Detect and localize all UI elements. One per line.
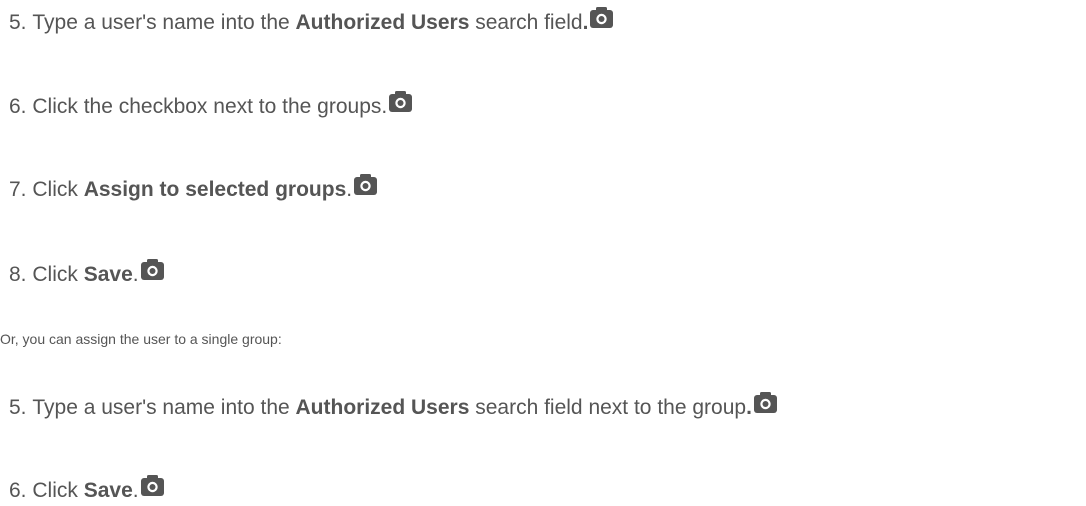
step-bold-term: Authorized Users <box>295 396 470 419</box>
step-text: Click <box>32 178 84 201</box>
camera-icon[interactable] <box>389 91 413 112</box>
step-text: Type a user's name into the <box>32 11 296 34</box>
step-text-post: . <box>132 263 139 286</box>
note-text: Or, you can assign the user to a single … <box>0 331 282 347</box>
step-a-2: 6. Click the checkbox next to the groups… <box>9 91 413 120</box>
camera-icon[interactable] <box>140 475 164 496</box>
step-bold-term: Save <box>83 263 133 286</box>
step-number: 5. <box>9 11 27 34</box>
step-number: 8. <box>9 263 27 286</box>
step-a-3: 7. Click Assign to selected groups. <box>9 174 378 203</box>
step-b-1: 5. Type a user's name into the Authorize… <box>9 392 777 421</box>
step-bold-term: Authorized Users <box>295 11 470 34</box>
step-text-post: search field <box>469 11 583 34</box>
step-text: Type a user's name into the <box>32 396 296 419</box>
step-text: Click the checkbox next to the groups. <box>32 95 388 118</box>
step-a-4: 8. Click Save. <box>9 259 164 288</box>
step-period: . <box>582 11 589 34</box>
step-text-post: search field next to the group <box>469 396 747 419</box>
step-a-1: 5. Type a user's name into the Authorize… <box>9 7 614 36</box>
step-bold-term: Assign to selected groups <box>83 178 347 201</box>
step-period: . <box>746 396 752 419</box>
step-text: Click <box>32 263 84 286</box>
step-text-post: . <box>132 479 139 502</box>
step-b-2: 6. Click Save. <box>9 475 164 504</box>
step-number: 7. <box>9 178 27 201</box>
step-text-post: . <box>346 178 353 201</box>
step-number: 6. <box>9 479 27 502</box>
step-number: 5. <box>9 396 27 419</box>
camera-icon[interactable] <box>140 259 164 280</box>
step-bold-term: Save <box>83 479 133 502</box>
step-number: 6. <box>9 95 27 118</box>
camera-icon[interactable] <box>354 174 378 195</box>
camera-icon[interactable] <box>753 392 777 413</box>
step-text: Click <box>32 479 84 502</box>
camera-icon[interactable] <box>590 7 614 28</box>
